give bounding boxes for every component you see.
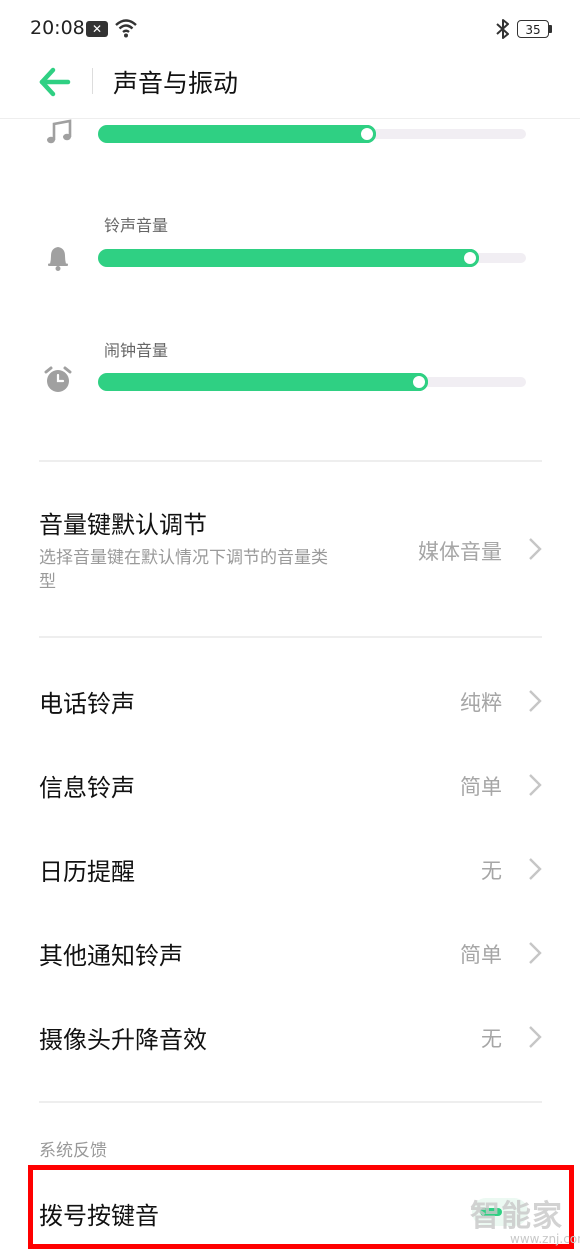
back-arrow-icon[interactable] <box>36 62 76 102</box>
setting-row-value: 简单 <box>460 943 502 967</box>
chevron-right-icon <box>529 538 542 560</box>
section-divider <box>39 460 542 462</box>
alarm-volume-fill <box>98 373 428 391</box>
section-divider <box>39 1101 542 1103</box>
media-volume-thumb[interactable] <box>358 125 376 143</box>
volume-key-default-subtitle-line2: 型 <box>39 572 56 592</box>
alarm-clock-icon <box>44 366 72 392</box>
chevron-right-icon <box>529 690 542 712</box>
watermark-url: www.znj.com <box>510 1232 580 1246</box>
setting-row-value: 无 <box>481 859 502 883</box>
bluetooth-icon <box>496 19 509 39</box>
system-feedback-section-title: 系统反馈 <box>39 1141 107 1161</box>
alarm-volume-thumb[interactable] <box>410 373 428 391</box>
volume-key-default-value: 媒体音量 <box>418 540 502 564</box>
music-note-icon <box>47 119 72 144</box>
setting-row-value: 简单 <box>460 775 502 799</box>
chevron-right-icon <box>529 858 542 880</box>
media-volume-slider[interactable] <box>98 125 526 143</box>
alarm-volume-slider[interactable] <box>98 373 526 391</box>
chevron-right-icon <box>529 942 542 964</box>
no-sim-icon: ✕ <box>86 21 108 37</box>
status-time: 20:08 <box>30 17 85 39</box>
setting-row-title: 信息铃声 <box>39 774 135 802</box>
volume-key-default-subtitle-line1: 选择音量键在默认情况下调节的音量类 <box>39 548 328 568</box>
section-divider <box>39 636 542 638</box>
ringtone-volume-thumb[interactable] <box>461 249 479 267</box>
setting-row-title: 摄像头升降音效 <box>39 1026 207 1054</box>
ringtone-volume-fill <box>98 249 479 267</box>
page-title: 声音与振动 <box>113 69 239 98</box>
setting-row-title: 其他通知铃声 <box>39 942 183 970</box>
setting-row-title: 电话铃声 <box>39 690 135 718</box>
wifi-icon <box>115 19 137 38</box>
battery-tip <box>549 25 552 33</box>
watermark: 智能家 <box>470 1199 563 1234</box>
header-border <box>0 118 580 119</box>
volume-key-default-title: 音量键默认调节 <box>39 511 207 539</box>
alarm-volume-label: 闹钟音量 <box>104 341 169 360</box>
bell-icon <box>48 247 68 271</box>
setting-row-value: 无 <box>481 1027 502 1051</box>
setting-row-title: 日历提醒 <box>39 858 135 886</box>
chevron-right-icon <box>529 774 542 796</box>
media-volume-fill <box>98 125 376 143</box>
setting-row-value: 纯粹 <box>460 691 502 715</box>
ringtone-volume-slider[interactable] <box>98 249 526 267</box>
chevron-right-icon <box>529 1026 542 1048</box>
header-divider <box>92 68 93 94</box>
ringtone-volume-label: 铃声音量 <box>104 216 169 235</box>
battery-indicator: 35 <box>517 20 549 38</box>
